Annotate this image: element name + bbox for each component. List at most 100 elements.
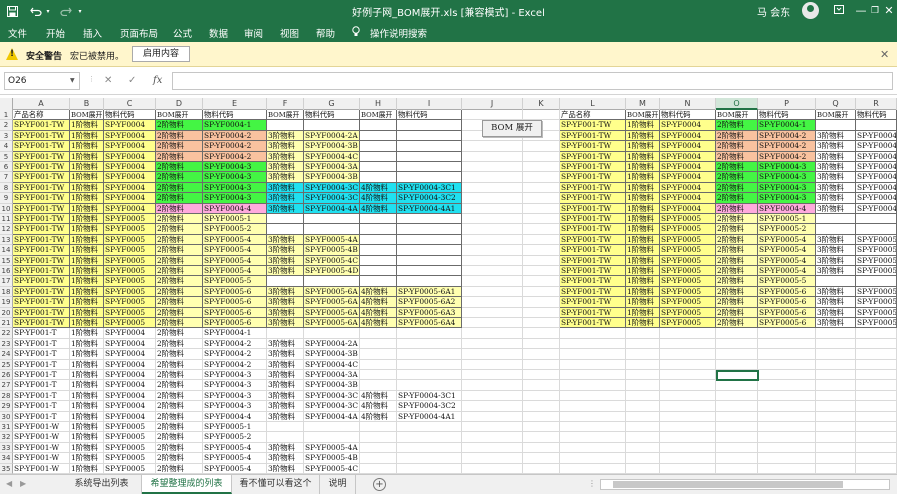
cell-h17[interactable] <box>360 276 397 287</box>
cell-e14[interactable]: SP-YF0005-4 <box>203 245 267 256</box>
column-header-m[interactable]: M <box>626 98 660 110</box>
cell-q10[interactable]: 3阶物料 <box>816 203 856 214</box>
cell-j1[interactable] <box>462 110 523 121</box>
cell-a8[interactable]: SP-YF001-TW <box>13 182 70 194</box>
cell-c35[interactable]: SP-YF0005 <box>104 463 156 474</box>
cell-q19[interactable]: 3阶物料 <box>816 297 856 308</box>
cell-h34[interactable] <box>360 453 397 464</box>
cell-h11[interactable] <box>360 214 397 225</box>
cell-i29[interactable]: SP-YF0004-3C2 <box>397 401 462 412</box>
cell-n13[interactable]: SP-YF0005 <box>660 234 716 246</box>
cell-a33[interactable]: SP-YF001-W <box>13 442 70 454</box>
cell-r32[interactable] <box>856 432 897 443</box>
cell-b26[interactable]: 1阶物料 <box>70 370 104 381</box>
scrollbar-thumb[interactable] <box>613 481 843 488</box>
cell-f34[interactable]: 3阶物料 <box>267 453 304 464</box>
cell-g21[interactable]: SP-YF0005-6A <box>304 318 360 329</box>
close-button[interactable]: ✕ <box>880 1 897 21</box>
cell-r24[interactable] <box>856 349 897 360</box>
cell-l17[interactable]: SP-YF001-TW <box>560 276 626 287</box>
cell-o18[interactable]: 2阶物料 <box>716 286 758 298</box>
column-header-p[interactable]: P <box>758 98 816 110</box>
sheet-tab-help[interactable]: 看不懂可以看这个 <box>232 475 320 494</box>
cell-m20[interactable]: 1阶物料 <box>626 307 660 318</box>
cell-m12[interactable]: 1阶物料 <box>626 224 660 235</box>
cell-f23[interactable]: 3阶物料 <box>267 338 304 350</box>
cell-p14[interactable]: SP-YF0005-4 <box>758 245 816 256</box>
cell-d16[interactable]: 2阶物料 <box>156 266 203 277</box>
cell-e11[interactable]: SP-YF0005-1 <box>203 214 267 225</box>
cell-g20[interactable]: SP-YF0005-6A <box>304 307 360 318</box>
cell-i6[interactable] <box>397 162 462 173</box>
cell-c27[interactable]: SP-YF0004 <box>104 380 156 391</box>
cell-q18[interactable]: 3阶物料 <box>816 286 856 298</box>
cell-a21[interactable]: SP-YF001-TW <box>13 318 70 329</box>
cell-n28[interactable] <box>660 390 716 402</box>
cell-i8[interactable]: SP-YF0004-3C1 <box>397 182 462 194</box>
cell-o15[interactable]: 2阶物料 <box>716 255 758 266</box>
cell-q22[interactable] <box>816 328 856 339</box>
cell-e23[interactable]: SP-YF0004-2 <box>203 338 267 350</box>
cell-a24[interactable]: SP-YF001-T <box>13 349 70 360</box>
cell-o29[interactable] <box>716 401 758 412</box>
cell-b34[interactable]: 1阶物料 <box>70 453 104 464</box>
cell-l16[interactable]: SP-YF001-TW <box>560 266 626 277</box>
cell-j16[interactable] <box>462 266 523 277</box>
cell-c30[interactable]: SP-YF0004 <box>104 411 156 422</box>
row-header[interactable]: 19 <box>0 297 13 308</box>
cell-a14[interactable]: SP-YF001-TW <box>13 245 70 256</box>
cell-j20[interactable] <box>462 307 523 318</box>
chevron-right-icon[interactable]: ▶ <box>20 479 26 488</box>
cell-r2[interactable] <box>856 120 897 131</box>
tab-insert[interactable]: 插入 <box>83 26 102 40</box>
cell-b35[interactable]: 1阶物料 <box>70 463 104 474</box>
cell-m5[interactable]: 1阶物料 <box>626 151 660 162</box>
cell-m23[interactable] <box>626 338 660 350</box>
cell-p17[interactable]: SP-YF0005-5 <box>758 276 816 287</box>
cell-q1[interactable]: BOM展开 <box>816 110 856 121</box>
cell-o19[interactable]: 2阶物料 <box>716 297 758 308</box>
cell-p2[interactable]: SP-YF0004-1 <box>758 120 816 131</box>
cell-p4[interactable]: SP-YF0004-2 <box>758 141 816 152</box>
cell-k17[interactable] <box>523 276 560 287</box>
cell-n9[interactable]: SP-YF0004 <box>660 193 716 204</box>
cell-m14[interactable]: 1阶物料 <box>626 245 660 256</box>
row-header[interactable]: 2 <box>0 120 13 131</box>
cell-b32[interactable]: 1阶物料 <box>70 432 104 443</box>
cell-a12[interactable]: SP-YF001-TW <box>13 224 70 235</box>
cell-i11[interactable] <box>397 214 462 225</box>
cell-d15[interactable]: 2阶物料 <box>156 255 203 266</box>
cell-n6[interactable]: SP-YF0004 <box>660 162 716 173</box>
cell-l11[interactable]: SP-YF001-TW <box>560 214 626 225</box>
cell-q8[interactable]: 3阶物料 <box>816 182 856 194</box>
cell-j12[interactable] <box>462 224 523 235</box>
cell-h20[interactable]: 4阶物料 <box>360 307 397 318</box>
cell-m29[interactable] <box>626 401 660 412</box>
cell-h2[interactable] <box>360 120 397 131</box>
cell-f12[interactable] <box>267 224 304 235</box>
row-header[interactable]: 17 <box>0 276 13 287</box>
cell-g17[interactable] <box>304 276 360 287</box>
cell-n7[interactable]: SP-YF0004 <box>660 172 716 183</box>
cell-m34[interactable] <box>626 453 660 464</box>
cell-g33[interactable]: SP-YF0005-4A <box>304 442 360 454</box>
cell-p12[interactable]: SP-YF0005-2 <box>758 224 816 235</box>
cell-a27[interactable]: SP-YF001-T <box>13 380 70 391</box>
cell-r6[interactable]: SP-YF0004 <box>856 162 897 173</box>
cell-k15[interactable] <box>523 255 560 266</box>
cell-a31[interactable]: SP-YF001-W <box>13 422 70 433</box>
cell-i13[interactable] <box>397 234 462 246</box>
cell-f9[interactable]: 3阶物料 <box>267 193 304 204</box>
cell-e13[interactable]: SP-YF0005-4 <box>203 234 267 246</box>
cell-e2[interactable]: SP-YF0004-1 <box>203 120 267 131</box>
cell-b16[interactable]: 1阶物料 <box>70 266 104 277</box>
cell-n22[interactable] <box>660 328 716 339</box>
cell-c12[interactable]: SP-YF0005 <box>104 224 156 235</box>
cell-e35[interactable]: SP-YF0005-4 <box>203 463 267 474</box>
cell-i10[interactable]: SP-YF0004-4A1 <box>397 203 462 214</box>
cell-m22[interactable] <box>626 328 660 339</box>
cell-l25[interactable] <box>560 359 626 370</box>
cell-g27[interactable]: SP-YF0004-3B <box>304 380 360 391</box>
cell-k26[interactable] <box>523 370 560 381</box>
cell-l1[interactable]: 产品名称 <box>560 110 626 121</box>
